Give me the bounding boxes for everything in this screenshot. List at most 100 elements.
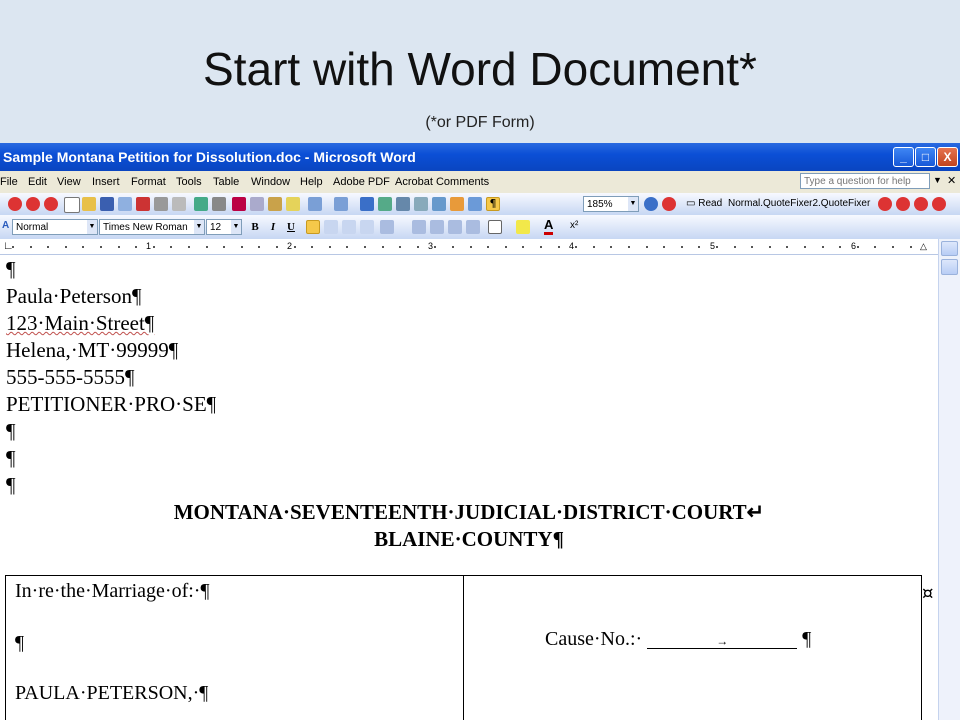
standard-toolbar: ¶ 185% ▼ ▭ Read Normal.QuoteFixer2.QuoteF… <box>0 193 960 216</box>
paragraph-mark: ¶ <box>6 473 16 497</box>
menu-format[interactable]: Format <box>131 176 166 188</box>
menu-file[interactable]: File <box>0 176 18 188</box>
acrobat-icon[interactable] <box>662 197 676 211</box>
ruler-tick <box>329 246 331 248</box>
ask-question-input[interactable]: Type a question for help <box>800 173 930 189</box>
menu-tools[interactable]: Tools <box>176 176 202 188</box>
window-title: Sample Montana Petition for Dissolution.… <box>3 149 416 165</box>
ruler-tick <box>417 246 419 248</box>
styles-icon[interactable]: A <box>2 220 9 231</box>
ruler-tick <box>294 246 296 248</box>
menu-table[interactable]: Table <box>213 176 239 188</box>
line-spacing-icon[interactable] <box>380 220 394 234</box>
ruler-tick <box>470 246 472 248</box>
copy-icon[interactable] <box>250 197 264 211</box>
pdf-tool-icon[interactable] <box>878 197 892 211</box>
menu-view[interactable]: View <box>57 176 81 188</box>
open-icon[interactable] <box>82 197 96 211</box>
cut-icon[interactable] <box>232 197 246 211</box>
close-button[interactable]: X <box>937 147 958 167</box>
menu-insert[interactable]: Insert <box>92 176 120 188</box>
maximize-button[interactable]: □ <box>915 147 936 167</box>
help-icon[interactable] <box>644 197 658 211</box>
menu-window[interactable]: Window <box>251 176 290 188</box>
petitioner-phone: 555-555-5555¶ <box>6 365 135 389</box>
scroll-thumb[interactable] <box>941 259 958 275</box>
pdf-mail-icon[interactable] <box>26 197 40 211</box>
underline-button[interactable]: U <box>283 219 299 235</box>
insert-table-icon[interactable] <box>396 197 410 211</box>
ruler-tick <box>47 246 49 248</box>
save-icon[interactable] <box>100 197 114 211</box>
menu-help[interactable]: Help <box>300 176 323 188</box>
align-left-icon[interactable] <box>306 220 320 234</box>
highlight-icon[interactable] <box>516 220 530 234</box>
macro-button[interactable]: Normal.QuoteFixer2.QuoteFixer <box>728 198 870 209</box>
pdf-tool-icon[interactable] <box>932 197 946 211</box>
research-icon[interactable] <box>212 197 226 211</box>
bullets-icon[interactable] <box>430 220 444 234</box>
decrease-indent-icon[interactable] <box>448 220 462 234</box>
align-right-icon[interactable] <box>342 220 356 234</box>
menu-adobe-pdf[interactable]: Adobe PDF <box>333 176 390 188</box>
ruler-tick <box>575 246 577 248</box>
hyperlink-icon[interactable] <box>360 197 374 211</box>
permission-icon[interactable] <box>118 197 132 211</box>
increase-indent-icon[interactable] <box>466 220 480 234</box>
numbering-icon[interactable] <box>412 220 426 234</box>
paragraph-mark: ¶ <box>6 419 16 443</box>
chevron-down-icon[interactable]: ▼ <box>933 175 942 185</box>
show-formatting-icon[interactable]: ¶ <box>486 197 500 211</box>
new-document-icon[interactable] <box>64 197 80 213</box>
tables-borders-icon[interactable] <box>378 197 392 211</box>
font-color-icon[interactable]: A <box>544 218 554 235</box>
petitioner-street: 123·Main·Street¶ <box>6 311 155 335</box>
close-doc-icon[interactable]: ✕ <box>947 174 956 187</box>
vertical-scrollbar[interactable] <box>938 239 960 720</box>
end-of-cell-mark: ¤ <box>922 583 934 604</box>
undo-icon[interactable] <box>308 197 322 211</box>
ruler-tick <box>610 246 612 248</box>
ruler-tick <box>188 246 190 248</box>
paste-icon[interactable] <box>268 197 282 211</box>
format-painter-icon[interactable] <box>286 197 300 211</box>
read-button[interactable]: ▭ Read <box>686 198 722 209</box>
font-select[interactable]: Times New Roman ▼ <box>99 219 205 235</box>
superscript-icon[interactable]: x² <box>570 220 578 231</box>
style-select[interactable]: Normal ▼ <box>12 219 98 235</box>
spelling-icon[interactable] <box>194 197 208 211</box>
pdf-tool-icon[interactable] <box>896 197 910 211</box>
minimize-button[interactable]: _ <box>893 147 914 167</box>
menu-edit[interactable]: Edit <box>28 176 47 188</box>
bold-button[interactable]: B <box>247 219 263 235</box>
columns-icon[interactable] <box>432 197 446 211</box>
right-indent-icon[interactable]: △ <box>920 241 927 252</box>
ruler-number: 3 <box>428 241 434 251</box>
cause-number-field[interactable]: Cause·No.:· → ¶ <box>545 628 811 651</box>
pdf-icon[interactable] <box>8 197 22 211</box>
border-icon[interactable] <box>488 220 502 234</box>
document-map-icon[interactable] <box>468 197 482 211</box>
ruler-number: 2 <box>287 241 293 251</box>
font-size-select[interactable]: 12 ▼ <box>206 219 242 235</box>
menu-acrobat-comments[interactable]: Acrobat Comments <box>395 176 489 188</box>
horizontal-ruler[interactable]: ∟ 1 2 3 4 5 6 △ <box>0 239 938 255</box>
style-value: Normal <box>16 222 49 233</box>
ruler-tick <box>65 246 67 248</box>
pdf-tool-icon[interactable] <box>914 197 928 211</box>
email-icon[interactable] <box>136 197 150 211</box>
insert-excel-icon[interactable] <box>414 197 428 211</box>
scroll-up-button[interactable] <box>941 241 958 256</box>
print-preview-icon[interactable] <box>172 197 186 211</box>
drawing-icon[interactable] <box>450 197 464 211</box>
ruler-tick <box>804 246 806 248</box>
redo-icon[interactable] <box>334 197 348 211</box>
pdf-review-icon[interactable] <box>44 197 58 211</box>
print-icon[interactable] <box>154 197 168 211</box>
justify-icon[interactable] <box>360 220 374 234</box>
cause-number-blank[interactable]: → <box>647 634 798 649</box>
italic-button[interactable]: I <box>265 219 281 235</box>
zoom-select[interactable]: 185% ▼ <box>583 196 639 212</box>
align-center-icon[interactable] <box>324 220 338 234</box>
caption-table: In·re·the·Marriage·of:·¶ ¶ PAULA·PETERSO… <box>5 575 922 720</box>
